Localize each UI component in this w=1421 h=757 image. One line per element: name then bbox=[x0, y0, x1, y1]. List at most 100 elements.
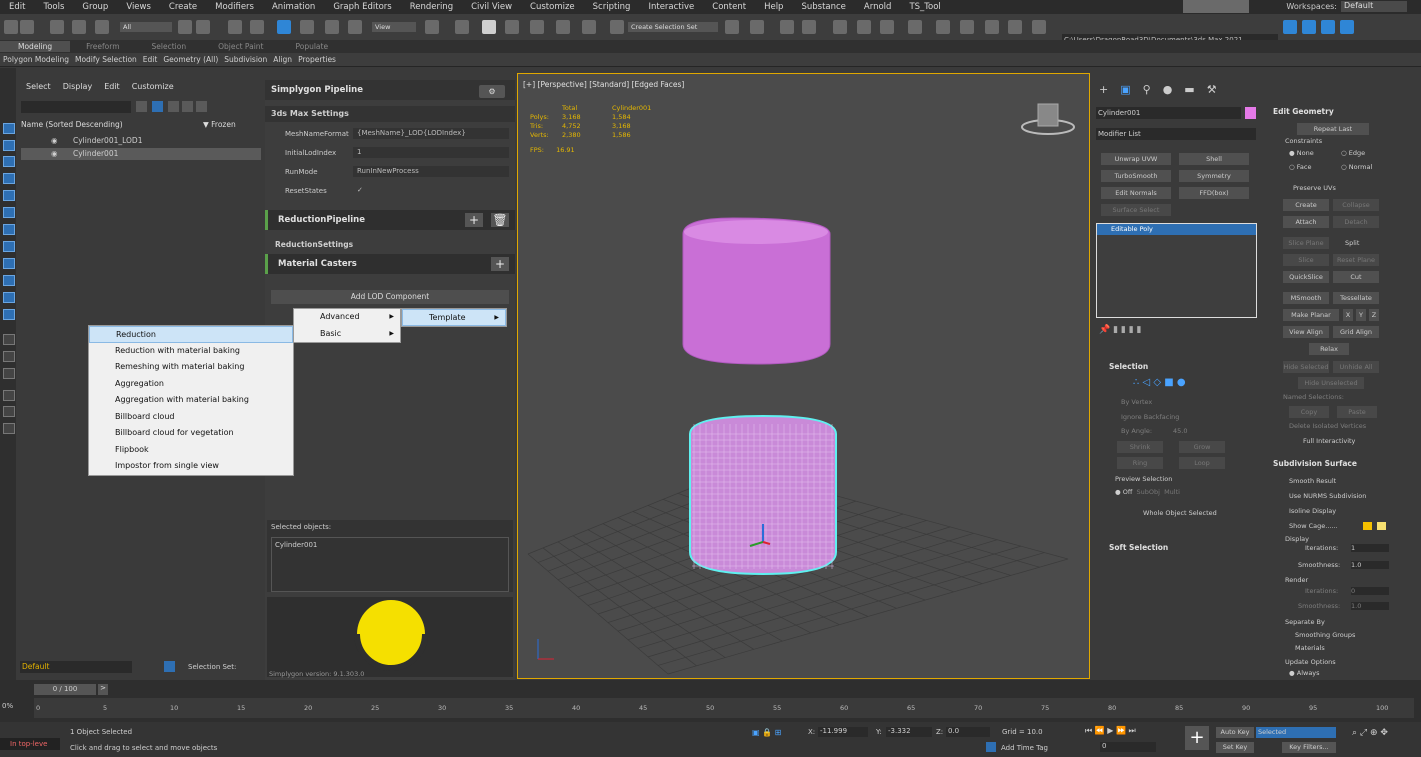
constraint-edge[interactable]: ○ Edge bbox=[1341, 149, 1365, 157]
filter-toggle-icon[interactable] bbox=[152, 101, 163, 112]
align-icon[interactable] bbox=[750, 20, 764, 34]
spacewarp-tool-icon[interactable] bbox=[3, 207, 15, 218]
key-set-dropdown[interactable]: Selected bbox=[1256, 727, 1336, 738]
menu-template-item[interactable]: Billboard cloud for vegetation bbox=[89, 425, 293, 442]
reduction-settings[interactable]: ReductionSettings bbox=[275, 240, 353, 249]
menu-content[interactable]: Content bbox=[703, 2, 755, 12]
open-a360-icon[interactable] bbox=[1032, 20, 1046, 34]
time-tag-icon[interactable] bbox=[986, 742, 996, 752]
ribbon-subtab[interactable]: Subdivision bbox=[221, 55, 270, 64]
named-selection-sets[interactable]: Create Selection Set bbox=[628, 22, 718, 32]
angle-value[interactable]: 45.0 bbox=[1173, 427, 1187, 435]
hierarchy-tab-icon[interactable]: ⚲ bbox=[1143, 83, 1151, 96]
reset-plane-button[interactable]: Reset Plane bbox=[1333, 254, 1379, 266]
menu-create[interactable]: Create bbox=[160, 2, 206, 12]
delete-pipeline-icon[interactable]: 🗑 bbox=[491, 213, 509, 227]
ribbon-tab-freeform[interactable]: Freeform bbox=[70, 42, 135, 51]
menu-ts_tool[interactable]: TS_Tool bbox=[900, 2, 949, 12]
mod-ffd-box[interactable]: FFD(box) bbox=[1179, 187, 1249, 199]
schematic-view-icon[interactable] bbox=[857, 20, 871, 34]
display-tab-icon[interactable]: ▬ bbox=[1184, 83, 1194, 96]
x-coord[interactable]: -11.999 bbox=[818, 727, 868, 737]
mod-turbosmooth[interactable]: TurboSmooth bbox=[1101, 170, 1171, 182]
paste-button[interactable]: Paste bbox=[1337, 406, 1377, 418]
grow-button[interactable]: Grow bbox=[1179, 441, 1225, 453]
region-select-icon[interactable] bbox=[228, 20, 242, 34]
freeze-tool-icon[interactable] bbox=[3, 351, 15, 362]
set-key-button[interactable]: Set Key bbox=[1216, 742, 1254, 753]
smooth-result[interactable]: Smooth Result bbox=[1289, 477, 1336, 485]
set-key-icon[interactable]: + bbox=[1185, 726, 1209, 750]
ribbon-subtab[interactable]: Properties bbox=[295, 55, 339, 64]
workspaces-value[interactable]: Default bbox=[1341, 1, 1407, 12]
col-name[interactable]: Name (Sorted Descending) bbox=[21, 120, 123, 129]
project-open-icon[interactable] bbox=[1321, 20, 1335, 34]
render-cloud-icon[interactable] bbox=[1008, 20, 1022, 34]
menu-template-item[interactable]: Reduction bbox=[89, 326, 293, 343]
planar-z-button[interactable]: Z bbox=[1369, 309, 1379, 321]
scene-menu-select[interactable]: Select bbox=[26, 82, 51, 91]
rendered-frame-icon[interactable] bbox=[936, 20, 950, 34]
smoothing-groups[interactable]: Smoothing Groups bbox=[1295, 631, 1355, 639]
window-crossing-icon[interactable] bbox=[250, 20, 264, 34]
slice-plane-button[interactable]: Slice Plane bbox=[1283, 237, 1329, 249]
ribbon-subtab[interactable]: Edit bbox=[140, 55, 161, 64]
auto-key-button[interactable]: Auto Key bbox=[1216, 727, 1254, 738]
menu-template-item[interactable]: Aggregation bbox=[89, 376, 293, 393]
gear-icon[interactable]: ⚙ bbox=[479, 85, 505, 98]
tessellate-button[interactable]: Tessellate bbox=[1333, 292, 1379, 304]
menu-template-item[interactable]: Billboard cloud bbox=[89, 409, 293, 426]
repeat-last-button[interactable]: Repeat Last bbox=[1297, 123, 1369, 135]
menu-template[interactable]: Template ▶ bbox=[402, 309, 506, 326]
menu-template-item[interactable]: Aggregation with material baking bbox=[89, 392, 293, 409]
xref-tool-icon[interactable] bbox=[3, 292, 15, 303]
unhide-all-button[interactable]: Unhide All bbox=[1333, 361, 1379, 373]
render-iterative-icon[interactable] bbox=[985, 20, 999, 34]
utilities-tab-icon[interactable]: ⚒ bbox=[1207, 83, 1217, 96]
selection-set-icon[interactable] bbox=[164, 661, 175, 672]
menu-civil-view[interactable]: Civil View bbox=[462, 2, 521, 12]
scene-menu-edit[interactable]: Edit bbox=[104, 82, 120, 91]
placement-icon[interactable] bbox=[348, 20, 362, 34]
mod-unwrap-uvw[interactable]: Unwrap UVW bbox=[1101, 153, 1171, 165]
property-value[interactable]: {MeshName}_LOD{LODIndex} bbox=[353, 128, 509, 139]
make-planar-button[interactable]: Make Planar bbox=[1283, 309, 1339, 321]
grid-align-button[interactable]: Grid Align bbox=[1333, 326, 1379, 338]
ribbon-subtab[interactable]: Polygon Modeling bbox=[0, 55, 72, 64]
scale-icon[interactable] bbox=[325, 20, 339, 34]
menu-template-item[interactable]: Impostor from single view bbox=[89, 458, 293, 475]
ribbon-subtab[interactable]: Modify Selection bbox=[72, 55, 140, 64]
slice-button[interactable]: Slice bbox=[1283, 254, 1329, 266]
navigation-icons[interactable]: ⌕ ⤢ ⊕ ✥ bbox=[1352, 728, 1388, 738]
modifier-list-dropdown[interactable]: Modifier List bbox=[1096, 128, 1256, 140]
add-caster-icon[interactable]: + bbox=[491, 257, 509, 271]
project-set-icon[interactable] bbox=[1302, 20, 1316, 34]
detach-button[interactable]: Detach bbox=[1333, 216, 1379, 228]
planar-x-button[interactable]: X bbox=[1343, 309, 1353, 321]
stack-tools[interactable]: 📌 ▮ ▮ ▮ ▮ bbox=[1099, 325, 1254, 337]
angle-snap-icon[interactable] bbox=[530, 20, 544, 34]
render-setup-icon[interactable] bbox=[908, 20, 922, 34]
menu-advanced[interactable]: Advanced ▶ bbox=[294, 309, 400, 326]
planar-y-button[interactable]: Y bbox=[1356, 309, 1366, 321]
render-iterations-value[interactable]: 0 bbox=[1351, 587, 1389, 595]
subdivision-surface-rollout[interactable]: Subdivision Surface bbox=[1273, 459, 1357, 468]
object-name-field[interactable]: Cylinder001 bbox=[1096, 107, 1241, 119]
menu-help[interactable]: Help bbox=[755, 2, 792, 12]
y-coord[interactable]: -3.332 bbox=[886, 727, 932, 737]
filter-icon[interactable] bbox=[3, 406, 15, 417]
filter-tool-icon[interactable] bbox=[3, 140, 15, 151]
add-lod-component-button[interactable]: Add LOD Component bbox=[271, 290, 509, 304]
helper-tool-icon[interactable] bbox=[3, 190, 15, 201]
menu-group[interactable]: Group bbox=[73, 2, 117, 12]
collapse-button[interactable]: Collapse bbox=[1333, 199, 1379, 211]
redo-icon[interactable] bbox=[20, 20, 34, 34]
menu-substance[interactable]: Substance bbox=[792, 2, 854, 12]
relax-button[interactable]: Relax bbox=[1309, 343, 1349, 355]
layer-tool-icon[interactable] bbox=[3, 123, 15, 134]
bind-icon[interactable] bbox=[95, 20, 109, 34]
selected-objects-list[interactable]: Cylinder001 bbox=[271, 537, 509, 592]
isolate-icon[interactable]: ▣ 🔒 ⊞ bbox=[752, 728, 781, 737]
percent-snap-icon[interactable] bbox=[556, 20, 570, 34]
rotate-icon[interactable] bbox=[300, 20, 314, 34]
